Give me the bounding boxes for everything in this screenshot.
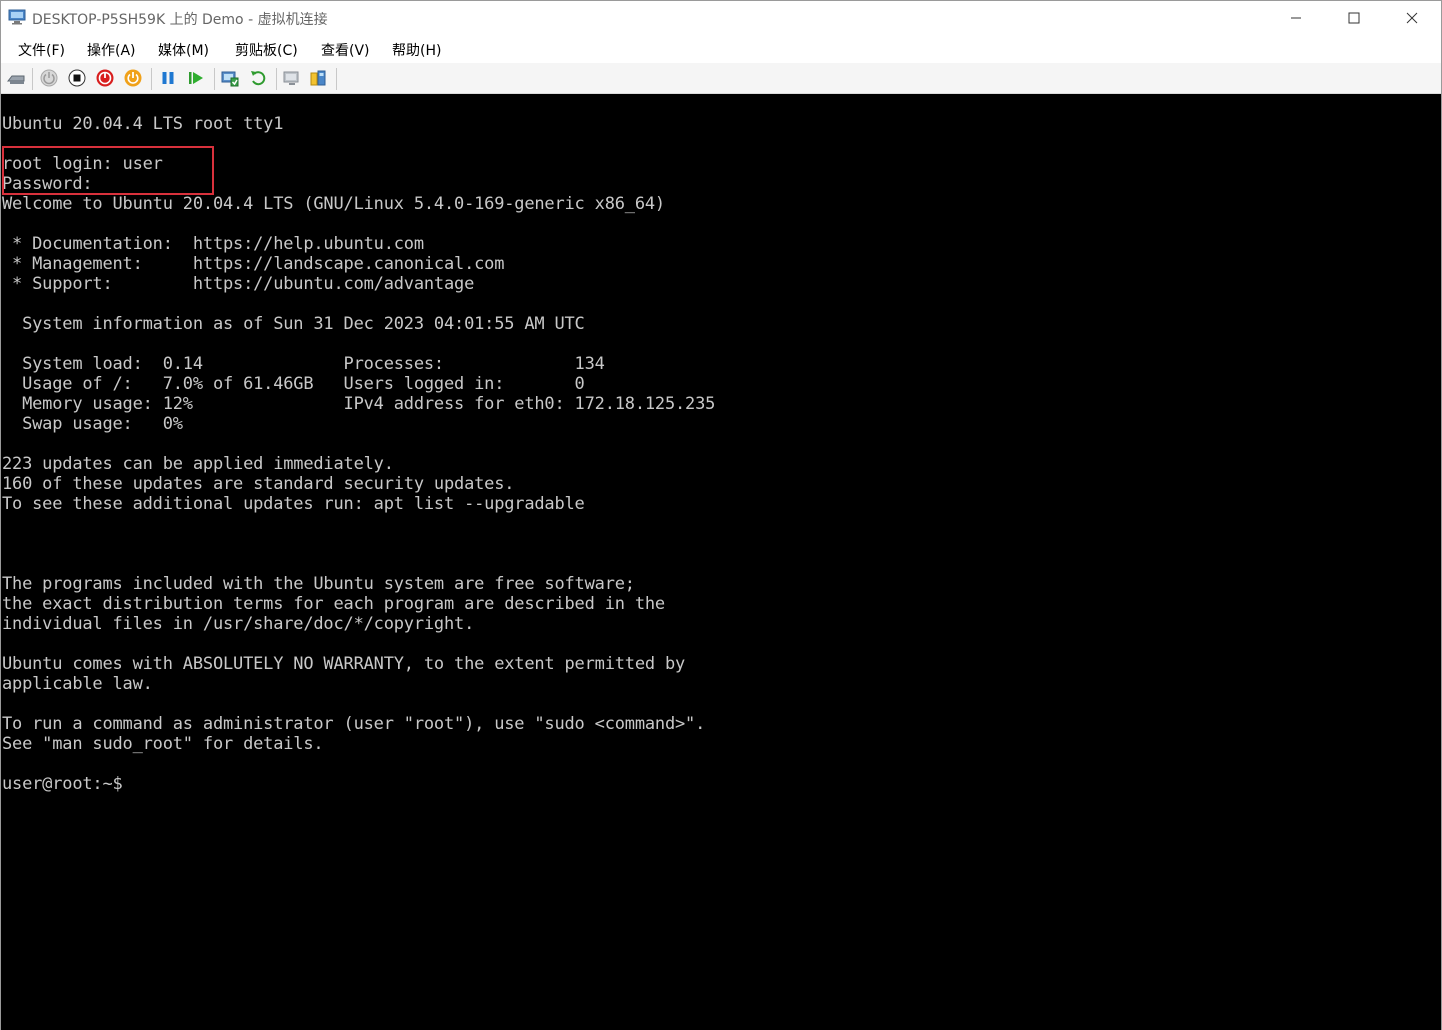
- save-icon: [124, 69, 142, 87]
- start-icon: [40, 69, 58, 87]
- console-line: Memory usage: 12% IPv4 address for eth0:…: [2, 394, 716, 414]
- console-line: Swap usage: 0%: [2, 414, 183, 434]
- console-line: 223 updates can be applied immediately.: [2, 454, 394, 474]
- menu-clipboard[interactable]: 剪贴板(C): [235, 40, 298, 60]
- console-line: * Documentation: https://help.ubuntu.com: [2, 234, 424, 254]
- ctrl-alt-del-icon: [6, 75, 25, 84]
- console-line: Usage of /: 7.0% of 61.46GB Users logged…: [2, 374, 585, 394]
- console-line: the exact distribution terms for each pr…: [2, 594, 665, 614]
- shut-down-button[interactable]: [95, 68, 115, 88]
- checkpoint-icon: [221, 71, 239, 87]
- save-button[interactable]: [123, 68, 143, 88]
- close-icon: [1406, 12, 1418, 24]
- console-line: See "man sudo_root" for details.: [2, 734, 324, 754]
- shut-down-icon: [96, 69, 114, 87]
- title-bar[interactable]: DESKTOP-P5SH59K 上的 Demo - 虚拟机连接: [1, 1, 1441, 35]
- revert-button[interactable]: [248, 68, 268, 88]
- share-icon: [310, 70, 326, 86]
- minimize-button[interactable]: [1267, 1, 1325, 35]
- enhanced-session-icon: [283, 71, 299, 85]
- ctrl-alt-del-button[interactable]: [6, 68, 26, 88]
- console-line: The programs included with the Ubuntu sy…: [2, 574, 635, 594]
- console-line: To see these additional updates run: apt…: [2, 494, 585, 514]
- console-line: Welcome to Ubuntu 20.04.4 LTS (GNU/Linux…: [2, 194, 665, 214]
- menu-bar: 文件(F) 操作(A) 媒体(M) 剪贴板(C) 查看(V) 帮助(H): [1, 35, 1441, 63]
- vm-connection-app-icon: [8, 9, 26, 25]
- pause-button[interactable]: [158, 68, 178, 88]
- console-line: To run a command as administrator (user …: [2, 714, 706, 734]
- checkpoint-button[interactable]: [220, 68, 240, 88]
- menu-media[interactable]: 媒体(M): [158, 40, 209, 60]
- maximize-button[interactable]: [1325, 1, 1383, 35]
- turn-off-button[interactable]: [67, 68, 87, 88]
- vm-console-screen[interactable]: Ubuntu 20.04.4 LTS root tty1 root login: …: [1, 94, 1441, 1030]
- terminal-output: Ubuntu 20.04.4 LTS root tty1 root login: …: [2, 114, 715, 794]
- menu-help[interactable]: 帮助(H): [392, 40, 441, 60]
- toolbar-separator: [32, 68, 33, 90]
- console-line: 160 of these updates are standard securi…: [2, 474, 515, 494]
- console-line: applicable law.: [2, 674, 153, 694]
- enhanced-session-button[interactable]: [282, 68, 302, 88]
- login-highlight-box: [2, 146, 214, 195]
- console-line: System load: 0.14 Processes: 134: [2, 354, 605, 374]
- console-line: Ubuntu comes with ABSOLUTELY NO WARRANTY…: [2, 654, 686, 674]
- resume-button[interactable]: [186, 68, 206, 88]
- console-prompt-line: user@root:~$: [2, 774, 123, 794]
- console-line: individual files in /usr/share/doc/*/cop…: [2, 614, 475, 634]
- menu-view[interactable]: 查看(V): [321, 40, 370, 60]
- resume-icon: [189, 72, 203, 84]
- toolbar-separator: [151, 68, 152, 90]
- minimize-icon: [1291, 17, 1301, 19]
- vm-connection-window: DESKTOP-P5SH59K 上的 Demo - 虚拟机连接 文件(F) 操作…: [0, 0, 1442, 1030]
- share-button[interactable]: [308, 68, 328, 88]
- menu-action[interactable]: 操作(A): [87, 40, 136, 60]
- toolbar: [1, 63, 1441, 94]
- pause-icon: [162, 72, 174, 84]
- revert-icon: [251, 71, 266, 86]
- toolbar-separator: [336, 68, 337, 90]
- console-line: * Management: https://landscape.canonica…: [2, 254, 505, 274]
- turn-off-icon: [68, 69, 86, 87]
- menu-file[interactable]: 文件(F): [18, 40, 65, 60]
- close-button[interactable]: [1383, 1, 1441, 35]
- toolbar-separator: [276, 68, 277, 90]
- toolbar-separator: [214, 68, 215, 90]
- start-button[interactable]: [39, 68, 59, 88]
- console-line: Ubuntu 20.04.4 LTS root tty1: [2, 114, 284, 134]
- maximize-icon: [1348, 12, 1360, 24]
- console-line: System information as of Sun 31 Dec 2023…: [2, 314, 585, 334]
- window-title: DESKTOP-P5SH59K 上的 Demo - 虚拟机连接: [32, 12, 328, 28]
- console-line: * Support: https://ubuntu.com/advantage: [2, 274, 475, 294]
